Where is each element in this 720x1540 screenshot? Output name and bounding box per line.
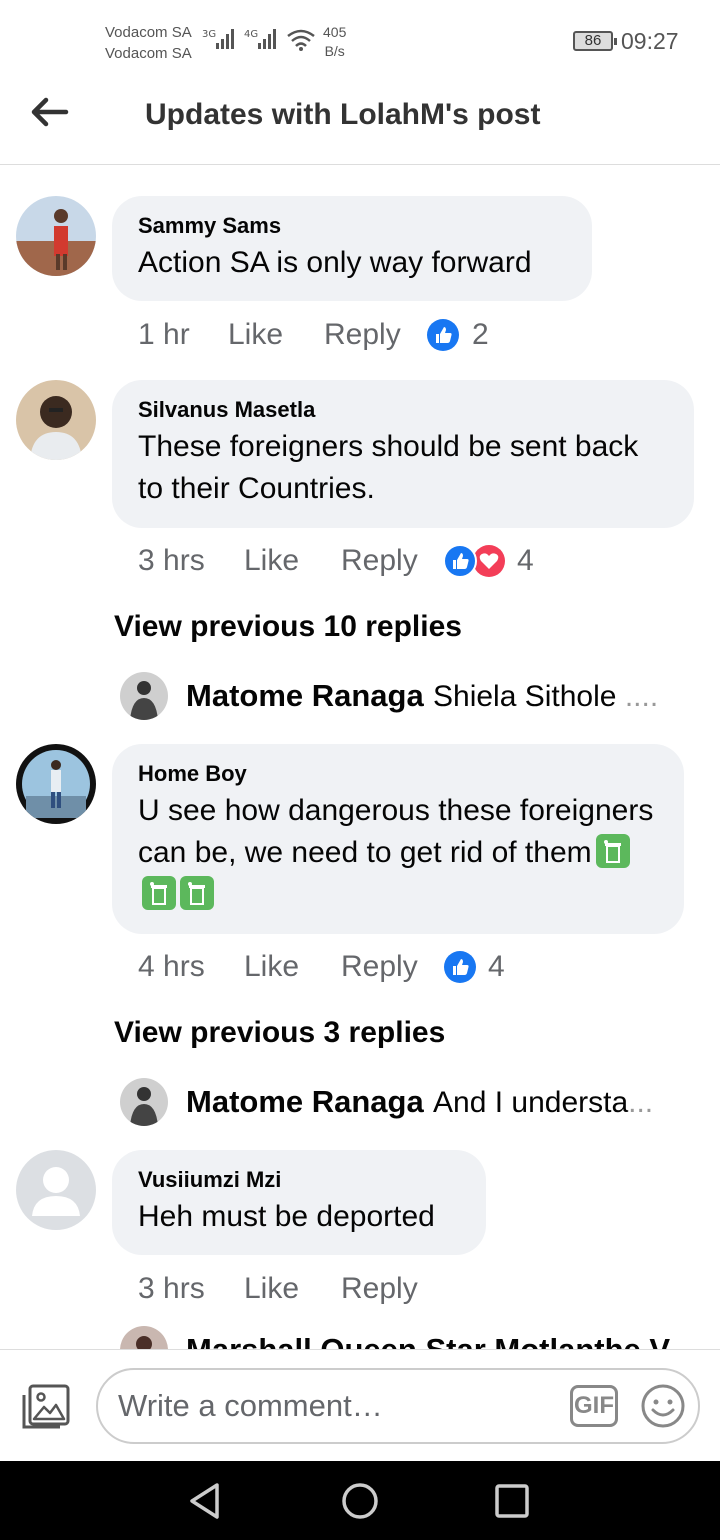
- nav-back-icon[interactable]: [184, 1479, 228, 1523]
- comment-text-body: U see how dangerous these foreigners can…: [138, 794, 654, 869]
- love-icon[interactable]: [472, 544, 506, 578]
- system-nav-bar: [0, 1461, 720, 1540]
- status-bar: Vodacom SA Vodacom SA 3G 4G 405 B/s 86 0…: [0, 0, 720, 80]
- like-button[interactable]: Like: [228, 318, 283, 352]
- reaction-count[interactable]: 2: [472, 318, 489, 352]
- reply-button[interactable]: Reply: [341, 544, 418, 578]
- comment-author[interactable]: Silvanus Masetla: [138, 396, 668, 424]
- clock: 09:27: [621, 28, 679, 54]
- comment-composer: GIF: [0, 1349, 720, 1461]
- wastebasket-emoji-icon: [180, 876, 214, 910]
- reply-ellipsis: ...: [628, 1086, 654, 1119]
- comment-input[interactable]: [118, 1384, 548, 1428]
- comment-text: Heh must be deported: [138, 1200, 435, 1233]
- page-title: Updates with LolahM's post: [145, 98, 541, 131]
- reply-preview[interactable]: Matome Ranaga Shiela Sithole ....: [120, 672, 680, 720]
- comment-bubble[interactable]: Home Boy U see how dangerous these forei…: [112, 744, 684, 934]
- speed-value: 405: [323, 24, 347, 40]
- wastebasket-emoji-icon: [595, 834, 630, 868]
- reply-author[interactable]: Matome Ranaga: [186, 1084, 424, 1120]
- reaction-count[interactable]: 4: [517, 544, 534, 578]
- reply-author[interactable]: Matome Ranaga: [186, 678, 424, 714]
- avatar[interactable]: [16, 744, 96, 824]
- svg-text:3G: 3G: [202, 29, 216, 40]
- comment-text: Action SA is only way forward: [138, 246, 532, 279]
- comment-time: 3 hrs: [138, 544, 205, 577]
- app-header: Updates with LolahM's post: [0, 80, 720, 165]
- carrier-1: Vodacom SA: [105, 24, 192, 41]
- avatar[interactable]: [120, 672, 168, 720]
- like-button[interactable]: Like: [244, 544, 299, 578]
- reply-text: Shiela Sithole ....: [433, 680, 658, 714]
- comment-author[interactable]: Sammy Sams: [138, 212, 566, 240]
- reply-preview[interactable]: Marshall Queen Star Motlanthe V: [120, 1326, 680, 1349]
- wastebasket-emoji-icon: [142, 876, 176, 910]
- reply-ellipsis: ....: [624, 680, 659, 713]
- nav-home-icon[interactable]: [338, 1479, 382, 1523]
- avatar[interactable]: [120, 1078, 168, 1126]
- like-icon[interactable]: [443, 544, 477, 578]
- nav-recents-icon[interactable]: [490, 1479, 534, 1523]
- comment-time: 3 hrs: [138, 1272, 205, 1305]
- comment-time: 4 hrs: [138, 950, 205, 983]
- reply-author[interactable]: Marshall Queen Star Motlanthe V: [186, 1332, 670, 1349]
- reply-text: And I understa...: [433, 1086, 653, 1120]
- reply-preview[interactable]: Matome Ranaga And I understa...: [120, 1078, 680, 1126]
- view-previous-replies[interactable]: View previous 3 replies: [114, 1016, 445, 1050]
- reply-snippet: Shiela Sithole: [433, 680, 617, 713]
- reply-button[interactable]: Reply: [341, 950, 418, 984]
- comment-text: These foreigners should be sent back to …: [138, 430, 639, 505]
- comments-feed[interactable]: Sammy Sams Action SA is only way forward…: [0, 166, 720, 1349]
- reply-button[interactable]: Reply: [324, 318, 401, 352]
- avatar[interactable]: [16, 380, 96, 460]
- avatar[interactable]: [16, 1150, 96, 1230]
- battery-indicator: 86: [573, 31, 617, 51]
- view-previous-replies[interactable]: View previous 10 replies: [114, 610, 462, 644]
- like-icon[interactable]: [426, 318, 460, 352]
- like-icon[interactable]: [443, 950, 477, 984]
- comment-bubble[interactable]: Silvanus Masetla These foreigners should…: [112, 380, 694, 528]
- reply-button[interactable]: Reply: [341, 1272, 418, 1306]
- comment-bubble[interactable]: Vusiiumzi Mzi Heh must be deported: [112, 1150, 486, 1255]
- signal-3g-icon: 3G: [202, 29, 234, 49]
- carrier-2: Vodacom SA: [105, 45, 192, 62]
- photo-gallery-icon[interactable]: [20, 1383, 72, 1431]
- avatar[interactable]: [120, 1326, 168, 1349]
- speed-unit: B/s: [324, 43, 345, 59]
- comment-time: 1 hr: [138, 318, 190, 351]
- like-button[interactable]: Like: [244, 950, 299, 984]
- avatar[interactable]: [16, 196, 96, 276]
- back-arrow-icon[interactable]: [30, 95, 70, 129]
- reply-snippet: And I understa: [433, 1086, 629, 1119]
- reaction-count[interactable]: 4: [488, 950, 505, 984]
- emoji-smile-icon[interactable]: [640, 1383, 686, 1429]
- comment-author[interactable]: Vusiiumzi Mzi: [138, 1166, 460, 1194]
- gif-button[interactable]: GIF: [570, 1385, 618, 1427]
- carrier-labels: Vodacom SA Vodacom SA: [105, 22, 192, 64]
- network-speed: 405 B/s: [323, 23, 346, 61]
- comment-author[interactable]: Home Boy: [138, 760, 658, 788]
- wifi-icon: [287, 29, 315, 51]
- comment-text: U see how dangerous these foreigners can…: [138, 790, 658, 916]
- comment-input-container[interactable]: GIF: [96, 1368, 700, 1444]
- like-button[interactable]: Like: [244, 1272, 299, 1306]
- svg-text:4G: 4G: [244, 29, 258, 40]
- comment-bubble[interactable]: Sammy Sams Action SA is only way forward: [112, 196, 592, 301]
- signal-4g-icon: 4G: [244, 29, 276, 49]
